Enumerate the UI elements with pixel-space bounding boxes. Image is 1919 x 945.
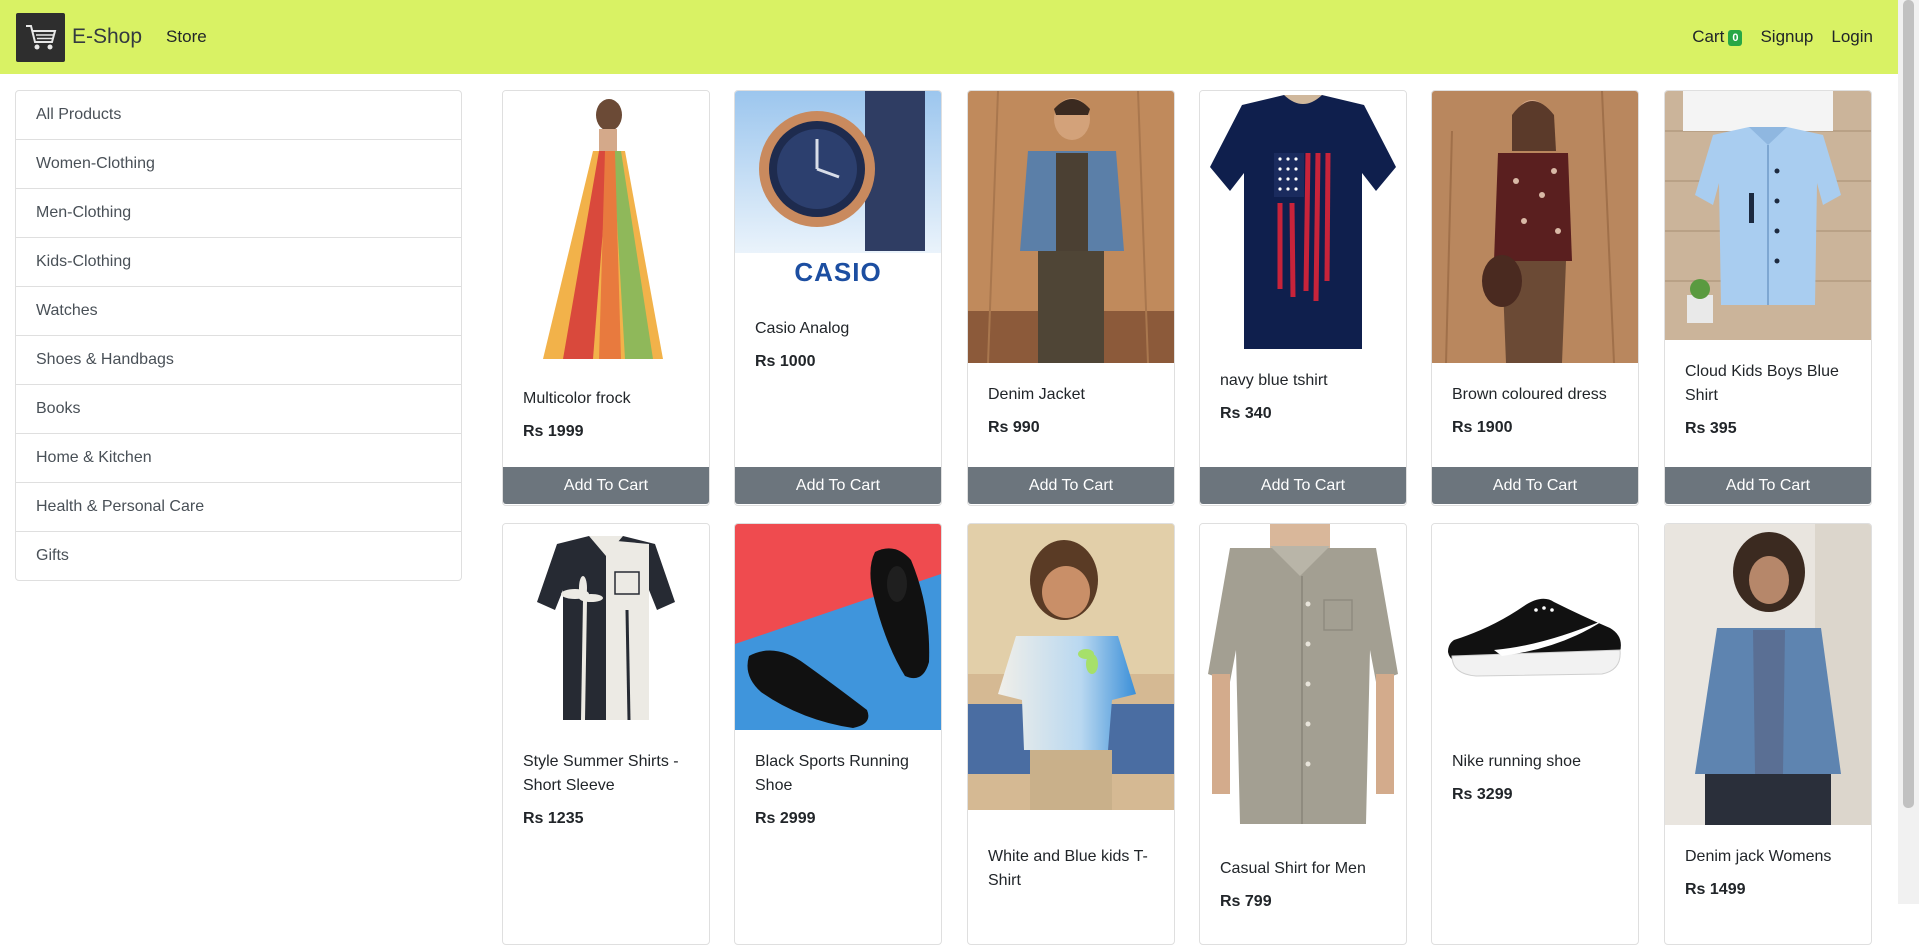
add-to-cart-button[interactable]: Add To Cart (1200, 467, 1406, 504)
product-card: CASIO Casio Analog Rs 1000 Add To Cart (734, 90, 942, 506)
brand-name[interactable]: E-Shop (72, 25, 142, 49)
product-price: Rs 340 (1220, 405, 1272, 422)
product-body: Cloud Kids Boys Blue Shirt Rs 395 (1665, 340, 1871, 438)
product-image[interactable] (1200, 91, 1406, 349)
product-body: White and Blue kids T-Shirt (968, 825, 1174, 893)
top-navbar: E-Shop Store Cart 0 Signup Login (0, 0, 1898, 74)
product-card: Style Summer Shirts - Short Sleeve Rs 12… (502, 523, 710, 945)
sidebar-item-home-kitchen[interactable]: Home & Kitchen (16, 434, 461, 483)
product-image[interactable] (968, 524, 1174, 825)
add-to-cart-button[interactable]: Add To Cart (1432, 467, 1638, 504)
product-card: White and Blue kids T-Shirt (967, 523, 1175, 945)
product-card: Brown coloured dress Rs 1900 Add To Cart (1431, 90, 1639, 506)
product-price: Rs 3299 (1452, 786, 1513, 803)
add-to-cart-button[interactable]: Add To Cart (968, 467, 1174, 504)
product-name[interactable]: navy blue tshirt (1220, 369, 1386, 393)
product-body: Brown coloured dress Rs 1900 (1432, 363, 1638, 437)
product-image[interactable] (1432, 524, 1638, 730)
product-price: Rs 799 (1220, 893, 1272, 910)
add-to-cart-button[interactable]: Add To Cart (1665, 467, 1871, 504)
casio-logo-text: CASIO (794, 257, 882, 287)
product-body: Black Sports Running Shoe Rs 2999 (735, 730, 941, 828)
page-scrollbar[interactable] (1898, 0, 1919, 904)
product-body: navy blue tshirt Rs 340 (1200, 349, 1406, 423)
sidebar-item-men-clothing[interactable]: Men-Clothing (16, 189, 461, 238)
cart-link[interactable]: Cart 0 (1692, 27, 1743, 47)
cart-label: Cart (1692, 27, 1725, 46)
product-image[interactable] (968, 91, 1174, 363)
product-body: Style Summer Shirts - Short Sleeve Rs 12… (503, 730, 709, 828)
product-name[interactable]: Brown coloured dress (1452, 383, 1618, 407)
category-sidebar: All Products Women-Clothing Men-Clothing… (15, 90, 462, 581)
product-body: Casual Shirt for Men Rs 799 (1200, 837, 1406, 911)
product-price: Rs 2999 (755, 810, 816, 827)
product-price: Rs 1900 (1452, 419, 1513, 436)
product-name[interactable]: Cloud Kids Boys Blue Shirt (1685, 360, 1851, 408)
product-image[interactable] (735, 524, 941, 730)
product-image[interactable]: CASIO (735, 91, 941, 297)
product-name[interactable]: Denim Jacket (988, 383, 1154, 407)
sidebar-item-books[interactable]: Books (16, 385, 461, 434)
product-body: Multicolor frock Rs 1999 (503, 367, 709, 441)
add-to-cart-button[interactable]: Add To Cart (503, 467, 709, 504)
product-price: Rs 395 (1685, 420, 1737, 437)
product-name[interactable]: Casio Analog (755, 317, 921, 341)
product-price: Rs 1235 (523, 810, 584, 827)
product-price: Rs 1499 (1685, 881, 1746, 898)
product-name[interactable]: Casual Shirt for Men (1220, 857, 1386, 881)
product-image[interactable] (1665, 91, 1871, 340)
cart-count-badge: 0 (1728, 30, 1743, 46)
product-card: Denim jack Womens Rs 1499 (1664, 523, 1872, 945)
sidebar-item-gifts[interactable]: Gifts (16, 532, 461, 580)
signup-link[interactable]: Signup (1760, 27, 1813, 47)
product-image[interactable] (503, 524, 709, 730)
product-body: Casio Analog Rs 1000 (735, 297, 941, 371)
product-price: Rs 990 (988, 419, 1040, 436)
sidebar-item-kids-clothing[interactable]: Kids-Clothing (16, 238, 461, 287)
product-image[interactable] (1665, 524, 1871, 825)
product-name[interactable]: Black Sports Running Shoe (755, 750, 921, 798)
product-card: Black Sports Running Shoe Rs 2999 (734, 523, 942, 945)
product-card: Multicolor frock Rs 1999 Add To Cart (502, 90, 710, 506)
product-body: Denim Jacket Rs 990 (968, 363, 1174, 437)
add-to-cart-button[interactable]: Add To Cart (735, 467, 941, 504)
product-name[interactable]: White and Blue kids T-Shirt (988, 845, 1154, 893)
login-link[interactable]: Login (1831, 27, 1873, 47)
nav-right-links: Cart 0 Signup Login (1674, 27, 1873, 47)
product-body: Nike running shoe Rs 3299 (1432, 730, 1638, 804)
product-price: Rs 1000 (755, 353, 816, 370)
sidebar-item-shoes-handbags[interactable]: Shoes & Handbags (16, 336, 461, 385)
product-card: navy blue tshirt Rs 340 Add To Cart (1199, 90, 1407, 506)
nav-store-link[interactable]: Store (166, 27, 207, 47)
product-image[interactable] (1200, 524, 1406, 837)
product-name[interactable]: Multicolor frock (523, 387, 689, 411)
shopping-cart-logo-icon[interactable] (16, 12, 65, 62)
product-price: Rs 1999 (523, 423, 584, 440)
product-card: Casual Shirt for Men Rs 799 (1199, 523, 1407, 945)
product-name[interactable]: Style Summer Shirts - Short Sleeve (523, 750, 689, 798)
scrollbar-thumb[interactable] (1903, 0, 1914, 808)
product-card: Nike running shoe Rs 3299 (1431, 523, 1639, 945)
sidebar-item-health-personal-care[interactable]: Health & Personal Care (16, 483, 461, 532)
product-name[interactable]: Denim jack Womens (1685, 845, 1851, 869)
product-body: Denim jack Womens Rs 1499 (1665, 825, 1871, 899)
sidebar-item-women-clothing[interactable]: Women-Clothing (16, 140, 461, 189)
sidebar-item-watches[interactable]: Watches (16, 287, 461, 336)
product-card: Denim Jacket Rs 990 Add To Cart (967, 90, 1175, 506)
product-image[interactable] (503, 91, 709, 367)
product-card: Cloud Kids Boys Blue Shirt Rs 395 Add To… (1664, 90, 1872, 506)
product-name[interactable]: Nike running shoe (1452, 750, 1618, 774)
product-image[interactable] (1432, 91, 1638, 363)
sidebar-item-all-products[interactable]: All Products (16, 91, 461, 140)
